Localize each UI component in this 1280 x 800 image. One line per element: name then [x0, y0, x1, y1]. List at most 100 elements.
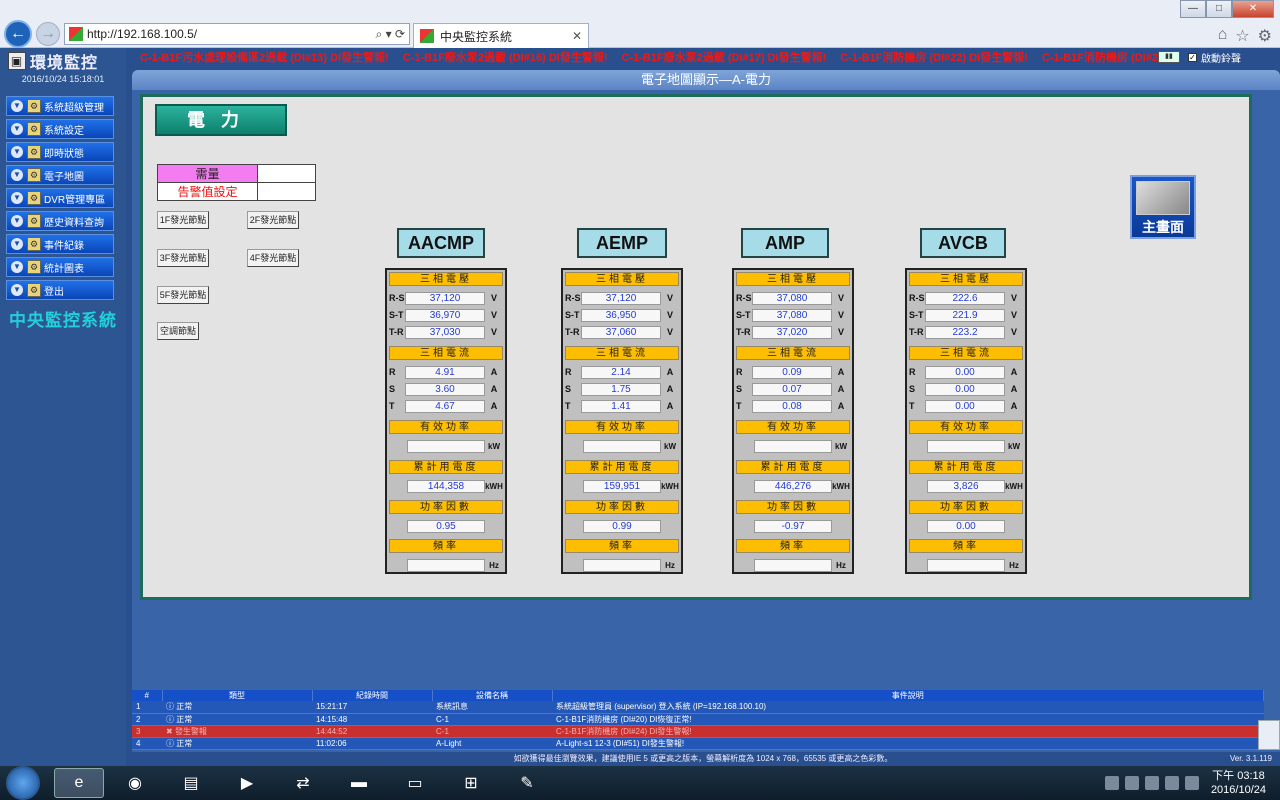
sidebar-item[interactable]: ▼ ⚙ 系統設定 — [6, 119, 114, 139]
paint-taskbar-icon[interactable]: ✎ — [502, 768, 552, 798]
favorites-icon[interactable]: ☆ — [1235, 26, 1249, 46]
meter-row: R 4.91 A — [389, 364, 503, 380]
row-value: 159,951 — [583, 479, 661, 493]
media-taskbar-icon[interactable]: ▶ — [222, 768, 272, 798]
demand-label: 需量 — [157, 164, 258, 183]
clock[interactable]: 下午 03:18 2016/10/24 — [1211, 769, 1266, 797]
panel-title: 電子地圖顯示—A-電力 — [132, 70, 1280, 90]
chevron-icon: ▼ — [11, 146, 23, 158]
row-value: 0.07 — [752, 382, 832, 396]
meter-row: 3,826 kWH — [909, 478, 1023, 494]
section-header: 累計用電度 — [565, 460, 679, 474]
remote-support-icon[interactable] — [1258, 720, 1280, 750]
sidebar-item[interactable]: ▼ ⚙ 歷史資料查詢 — [6, 211, 114, 231]
sound-checkbox[interactable]: ✓ — [1188, 52, 1197, 62]
row-unit: Hz — [665, 560, 675, 570]
flag-icon[interactable] — [1144, 776, 1159, 790]
section-header: 三相電流 — [909, 346, 1023, 360]
log-cell: ✖ 發生警報 — [162, 725, 312, 738]
row-label: R-S — [909, 293, 925, 303]
maximize-button[interactable]: □ — [1206, 0, 1232, 18]
chevron-icon: ▼ — [11, 215, 23, 227]
chevron-icon: ▼ — [11, 169, 23, 181]
row-unit: V — [666, 327, 673, 337]
minimize-button[interactable]: — — [1180, 0, 1206, 18]
sidebar-item[interactable]: ▼ ⚙ 電子地圖 — [6, 165, 114, 185]
row-unit: V — [837, 293, 844, 303]
row-value: 37,080 — [752, 291, 832, 305]
keyboard-icon[interactable] — [1104, 776, 1119, 790]
forward-button[interactable]: → — [36, 22, 60, 46]
sidebar-item[interactable]: ▼ ⚙ DVR管理專區 — [6, 188, 114, 208]
shortcut-button[interactable]: 5F發光節點 — [157, 286, 209, 304]
sound-toggle[interactable]: ▮▮ ✓ 啟動鈴聲 — [1158, 48, 1280, 66]
row-value — [927, 439, 1005, 453]
row-value: 4.67 — [405, 399, 485, 413]
row-value: 0.00 — [927, 519, 1005, 533]
close-tab-icon[interactable]: ✕ — [572, 29, 582, 43]
meter-row: R 0.09 A — [736, 364, 850, 380]
terminal-taskbar-icon[interactable]: ▬ — [334, 768, 384, 798]
meter-row: T-R 37,030 V — [389, 324, 503, 340]
volume-icon[interactable] — [1184, 776, 1199, 790]
log-row[interactable]: 1 ⓘ 正常 15:21:17 系統訊息 系統超級管理員 (supervisor) 登入… — [132, 701, 1264, 714]
demand-table: 需量 告警值設定 — [157, 164, 316, 201]
row-unit: V — [1010, 327, 1017, 337]
sidebar-item-label: 電子地圖 — [44, 171, 84, 183]
log-row[interactable]: 2 ⓘ 正常 14:15:48 C-1 C-1-B1F消防機房 (DI#20) DI恢復… — [132, 713, 1264, 726]
sidebar-item[interactable]: ▼ ⚙ 登出 — [6, 280, 114, 300]
row-label: S — [909, 384, 916, 394]
close-window-button[interactable]: ✕ — [1232, 0, 1274, 18]
explorer-taskbar-icon[interactable]: ▤ — [166, 768, 216, 798]
alarm-setting-label[interactable]: 告警值設定 — [157, 182, 258, 201]
network-icon[interactable] — [1164, 776, 1179, 790]
chrome-taskbar-icon[interactable]: ◉ — [110, 768, 160, 798]
log-body: 1 ⓘ 正常 15:21:17 系統訊息 系統超級管理員 (supervisor) 登入… — [132, 701, 1264, 750]
address-bar[interactable]: http://192.168.100.5/ ⌕ ▾ ⟳ — [64, 23, 410, 45]
section-header: 三相電流 — [389, 346, 503, 360]
browser-toolbar: ← → http://192.168.100.5/ ⌕ ▾ ⟳ 中央監控系統 ✕… — [0, 0, 1280, 48]
window-controls: — □ ✕ — [1180, 0, 1274, 18]
teamviewer-taskbar-icon[interactable]: ⇄ — [278, 768, 328, 798]
log-row[interactable]: 4 ⓘ 正常 11:02:06 A-Light A-Light-s1 12-3 (DI#… — [132, 737, 1264, 750]
shortcut-button[interactable]: 4F發光節點 — [247, 249, 299, 267]
sidebar-item-label: 事件紀錄 — [44, 240, 84, 252]
log-cell: 2 — [132, 713, 162, 726]
main-screen-button[interactable]: 主畫面 — [1130, 175, 1196, 239]
browser-tab[interactable]: 中央監控系統 ✕ — [413, 23, 589, 48]
home-icon[interactable]: ⌂ — [1218, 26, 1228, 46]
log-cell: 系統訊息 — [432, 701, 552, 714]
chevron-icon: ▼ — [11, 100, 23, 112]
shortcut-button[interactable]: 1F發光節點 — [157, 211, 209, 229]
shortcut-button[interactable]: 空調節點 — [157, 322, 199, 340]
browser-icons: ⌂ ☆ ⚙ — [1218, 26, 1272, 46]
section-header: 功率因數 — [736, 500, 850, 514]
menu-item-icon: ⚙ — [27, 168, 41, 182]
sidebar-item[interactable]: ▼ ⚙ 系統超級管理 — [6, 96, 114, 116]
sidebar-item[interactable]: ▼ ⚙ 即時狀態 — [6, 142, 114, 162]
shortcut-button[interactable]: 3F發光節點 — [157, 249, 209, 267]
row-unit: A — [837, 401, 845, 411]
address-controls[interactable]: ⌕ ▾ ⟳ — [365, 27, 409, 42]
sidebar-item[interactable]: ▼ ⚙ 統計圖表 — [6, 257, 114, 277]
shortcut-button[interactable]: 2F發光節點 — [247, 211, 299, 229]
row-value: 1.41 — [581, 399, 661, 413]
network-taskbar-icon[interactable]: ⊞ — [446, 768, 496, 798]
power-button[interactable]: 電力 — [155, 104, 287, 136]
meter-row: 144,358 kWH — [389, 478, 503, 494]
cmd-taskbar-icon[interactable]: ▭ — [390, 768, 440, 798]
gear-icon[interactable]: ⚙ — [1258, 26, 1272, 46]
ie-taskbar-icon[interactable]: e — [54, 768, 104, 798]
sidebar-item[interactable]: ▼ ⚙ 事件紀錄 — [6, 234, 114, 254]
map-panel: 電力 需量 告警值設定 主畫面 1F發光節點 2F發光節點 3F發光節點 4F發光節點… — [132, 90, 1280, 690]
sound-label: 啟動鈴聲 — [1201, 53, 1241, 65]
back-button[interactable]: ← — [4, 20, 32, 48]
meter-row: Hz — [389, 557, 503, 573]
row-value: 0.09 — [752, 365, 832, 379]
datetime: 2016/10/24 15:18:01 — [21, 74, 105, 84]
start-button[interactable] — [6, 766, 40, 800]
site-icon — [69, 27, 83, 41]
meter-row: Hz — [736, 557, 850, 573]
log-row[interactable]: 3 ✖ 發生警報 14:44:52 C-1 C-1-B1F消防機房 (DI#24) DI… — [132, 725, 1264, 738]
help-icon[interactable] — [1124, 776, 1139, 790]
